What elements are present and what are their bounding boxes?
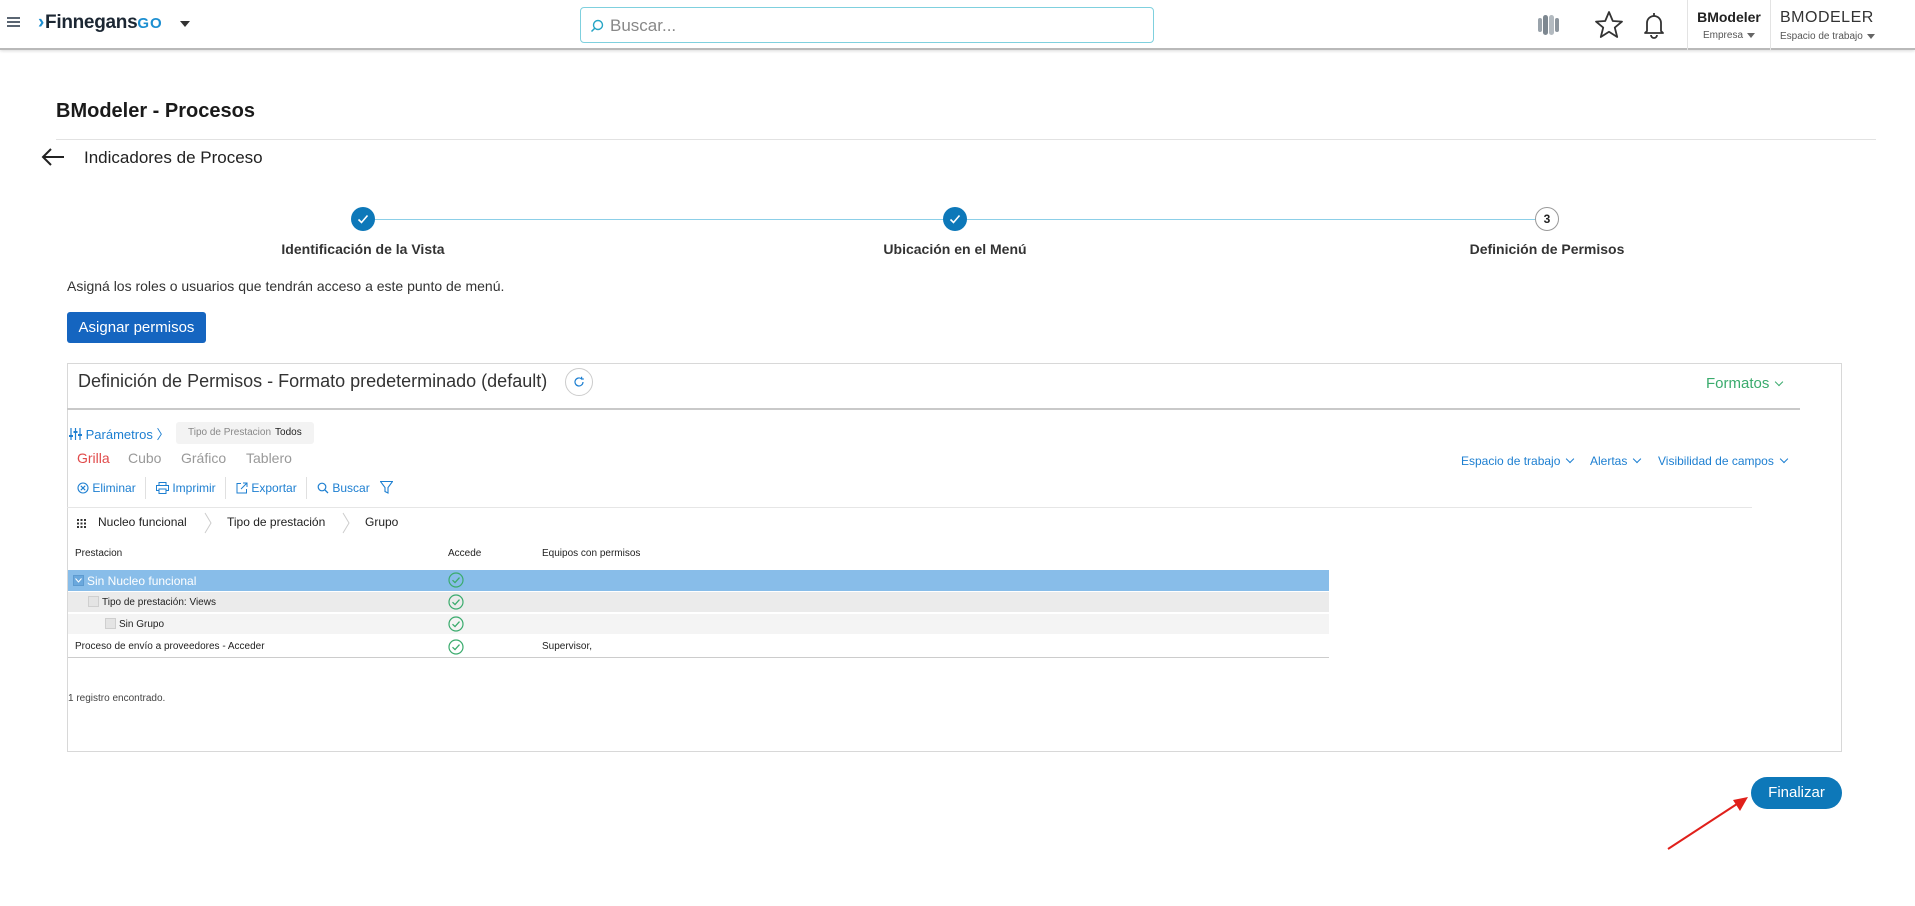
workspace-name: BMODELER <box>1780 9 1874 26</box>
check-circle-icon <box>448 639 464 655</box>
param-chip-label: Tipo de Prestacion <box>188 427 272 438</box>
step-2-label: Ubicación en el Menú <box>883 241 1027 257</box>
permissions-panel <box>67 363 1842 752</box>
row-label: Proceso de envío a proveedores - Acceder <box>75 641 265 652</box>
row-label: Sin Grupo <box>119 619 165 630</box>
page-subtitle: Indicadores de Proceso <box>84 148 263 167</box>
toolbar-separator <box>306 477 307 499</box>
parameters-label: Parámetros <box>85 427 153 442</box>
export-icon <box>236 482 248 494</box>
workspace-menu[interactable]: Espacio de trabajo <box>1461 454 1575 468</box>
step-3-current[interactable]: 3 <box>1535 207 1559 231</box>
sliders-icon <box>69 428 82 440</box>
print-button[interactable]: Imprimir <box>156 481 216 495</box>
toolbar-separator <box>225 477 226 499</box>
group-grupo[interactable]: Grupo <box>365 515 398 529</box>
param-chip[interactable]: Tipo de Prestacion Todos <box>176 422 314 444</box>
check-icon <box>357 214 369 224</box>
tab-cubo[interactable]: Cubo <box>128 450 161 466</box>
table-row[interactable]: Sin Nucleo funcional <box>68 570 1329 591</box>
caret-down-icon <box>1747 32 1755 38</box>
group-separator-icon <box>204 512 212 534</box>
hamburger-icon[interactable] <box>7 17 20 27</box>
tab-grafico[interactable]: Gráfico <box>181 450 226 466</box>
panel-divider <box>67 408 1800 410</box>
toolbar-separator <box>145 477 146 499</box>
refresh-button[interactable] <box>565 368 593 396</box>
star-icon[interactable] <box>1593 9 1625 41</box>
search-icon <box>317 482 329 494</box>
chevron-down-icon <box>1779 454 1789 464</box>
step-1-label: Identificación de la Vista <box>281 241 445 257</box>
delete-button[interactable]: Eliminar <box>77 481 136 495</box>
logo-text: Finnegans <box>45 12 138 33</box>
page-title: BModeler - Procesos <box>56 100 255 122</box>
group-tipo-prestacion[interactable]: Tipo de prestación <box>227 515 325 529</box>
logo-chevron: › <box>38 12 45 33</box>
search-input[interactable]: Buscar... <box>580 7 1154 43</box>
workspace-selector[interactable]: BMODELER Espacio de trabajo <box>1780 0 1910 50</box>
toolbar-divider <box>67 507 1752 508</box>
logo-go: GO <box>137 15 163 32</box>
divider <box>56 139 1876 140</box>
delete-icon <box>77 482 89 494</box>
group-separator-icon <box>342 512 350 534</box>
tab-tablero[interactable]: Tablero <box>246 450 292 466</box>
refresh-icon <box>574 376 584 387</box>
step-2-done[interactable] <box>943 207 967 231</box>
row-team: Supervisor, <box>542 641 593 652</box>
table-row[interactable]: Sin Grupo <box>68 614 1329 634</box>
back-arrow-icon[interactable] <box>40 147 66 167</box>
filter-icon[interactable] <box>380 481 393 494</box>
export-button[interactable]: Exportar <box>236 481 297 495</box>
collapse-icon[interactable] <box>105 618 116 629</box>
check-circle-icon <box>448 594 464 610</box>
search-icon <box>590 19 604 33</box>
records-count: 1 registro encontrado. <box>68 693 166 704</box>
chevron-down-icon <box>75 578 82 583</box>
step-1-done[interactable] <box>351 207 375 231</box>
field-visibility-menu[interactable]: Visibilidad de campos <box>1658 454 1789 468</box>
column-header-accede[interactable]: Accede <box>448 548 481 559</box>
company-label: Empresa <box>1688 30 1770 41</box>
caret-down-icon <box>1866 33 1875 39</box>
column-header-prestacion[interactable]: Prestacion <box>75 548 122 559</box>
check-circle-icon <box>448 616 464 632</box>
description-text: Asigná los roles o usuarios que tendrán … <box>67 278 505 294</box>
collapse-icon[interactable] <box>88 596 99 607</box>
tab-grilla[interactable]: Grilla <box>77 450 110 466</box>
finish-button[interactable]: Finalizar <box>1751 777 1842 809</box>
column-header-equipos[interactable]: Equipos con permisos <box>542 548 640 559</box>
print-icon <box>156 482 169 494</box>
chevron-down-icon <box>1633 454 1642 464</box>
company-name: BModeler <box>1697 9 1761 25</box>
find-button[interactable]: Buscar <box>317 481 370 495</box>
bell-icon[interactable] <box>1638 9 1670 41</box>
row-label: Sin Nucleo funcional <box>87 574 197 588</box>
step-3-label: Definición de Permisos <box>1469 241 1625 257</box>
app-logo[interactable]: ›FinnegansGO <box>38 12 163 34</box>
parameters-toggle[interactable]: Parámetros 〉 <box>69 424 169 443</box>
company-selector[interactable]: BModeler Empresa <box>1687 0 1771 50</box>
table-row[interactable]: Tipo de prestación: Views <box>68 592 1329 612</box>
row-label: Tipo de prestación: Views <box>102 597 216 608</box>
group-nucleo-funcional[interactable]: Nucleo funcional <box>98 515 187 529</box>
formats-dropdown[interactable]: Formatos <box>1706 375 1784 392</box>
workspace-label: Espacio de trabajo <box>1780 31 1910 42</box>
search-placeholder: Buscar... <box>610 16 677 35</box>
chevron-down-icon[interactable] <box>180 21 190 27</box>
alerts-menu[interactable]: Alertas <box>1590 454 1642 468</box>
param-chip-value: Todos <box>275 427 302 438</box>
chevron-down-icon <box>1566 454 1575 464</box>
table-row[interactable]: Proceso de envío a proveedores - Acceder… <box>68 636 1329 658</box>
check-icon <box>949 214 961 224</box>
check-circle-icon <box>448 572 464 588</box>
app-switch-icon[interactable] <box>1533 9 1565 41</box>
grip-icon[interactable] <box>77 519 86 528</box>
panel-title: Definición de Permisos - Formato predete… <box>78 371 548 391</box>
annotation-arrow <box>1667 797 1748 850</box>
chevron-down-icon <box>1775 377 1784 387</box>
assign-permissions-button[interactable]: Asignar permisos <box>67 312 206 343</box>
